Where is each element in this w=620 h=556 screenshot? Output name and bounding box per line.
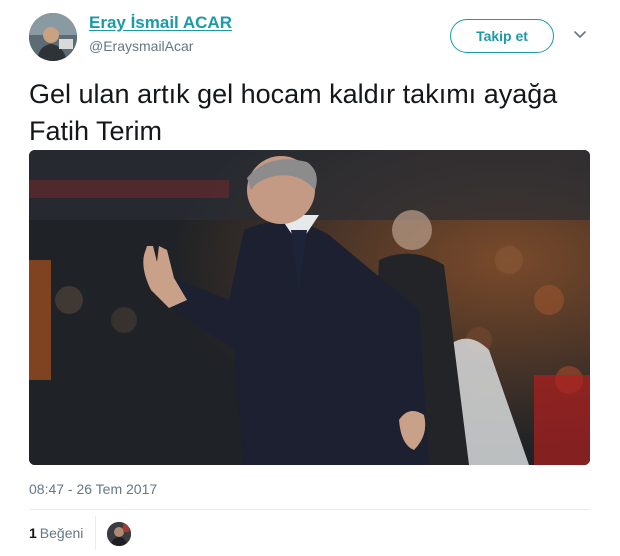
author-avatar[interactable] [29, 13, 77, 61]
coach-photo [29, 150, 590, 465]
tweet-text: Gel ulan artık gel hocam kaldır takımı a… [29, 79, 558, 146]
avatar-photo [29, 13, 77, 61]
like-label: Beğeni [39, 525, 84, 541]
author-name[interactable]: Eray İsmail ACAR [89, 13, 232, 33]
liker-avatar[interactable] [107, 522, 131, 546]
divider [29, 509, 590, 510]
tweet-photo[interactable] [29, 150, 590, 465]
tweet-timestamp[interactable]: 08:47 - 26 Tem 2017 [29, 481, 157, 497]
chevron-down-icon[interactable] [573, 28, 587, 42]
like-count: 1 [29, 525, 37, 541]
follow-button[interactable]: Takip et [450, 19, 554, 53]
stat-separator [95, 516, 96, 550]
likes-stat[interactable]: 1 Beğeni [29, 525, 83, 541]
liker-photo [107, 522, 131, 546]
author-handle[interactable]: @EraysmailAcar [89, 37, 193, 55]
